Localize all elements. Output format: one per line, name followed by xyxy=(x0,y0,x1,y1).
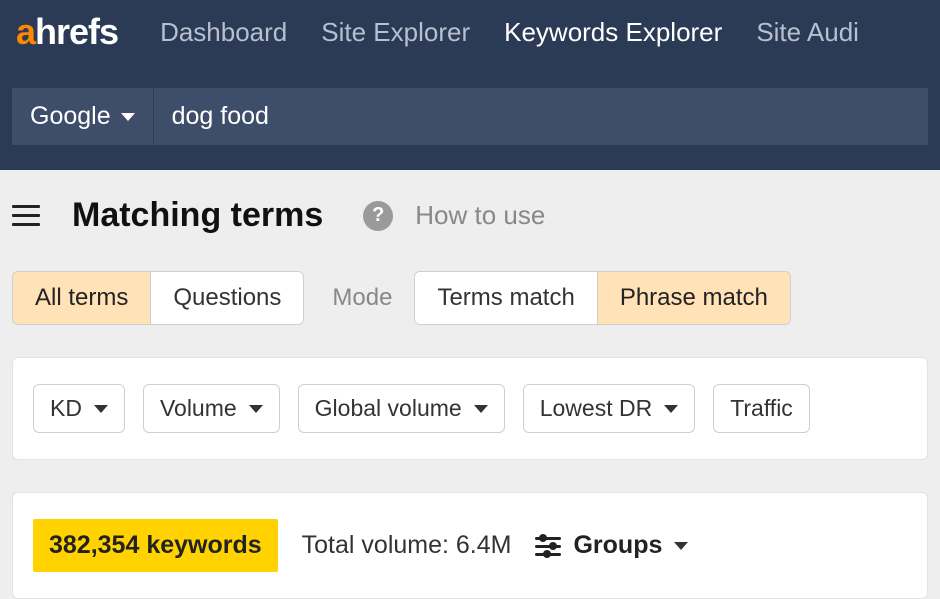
content: Matching terms ? How to use All terms Qu… xyxy=(0,170,940,599)
filter-volume[interactable]: Volume xyxy=(143,384,280,433)
chevron-down-icon xyxy=(121,113,135,121)
app-header: ahrefs Dashboard Site Explorer Keywords … xyxy=(0,0,940,170)
top-nav: ahrefs Dashboard Site Explorer Keywords … xyxy=(0,0,940,64)
chevron-down-icon xyxy=(664,405,678,413)
search-input[interactable] xyxy=(154,88,928,145)
how-to-use-link[interactable]: How to use xyxy=(415,200,545,231)
filter-volume-label: Volume xyxy=(160,395,237,422)
nav-site-explorer[interactable]: Site Explorer xyxy=(321,17,470,48)
help-icon[interactable]: ? xyxy=(363,201,393,231)
tabs-row: All terms Questions Mode Terms match Phr… xyxy=(12,271,928,325)
tab-group-terms: All terms Questions xyxy=(12,271,304,325)
tab-phrase-match[interactable]: Phrase match xyxy=(598,272,790,324)
sliders-icon xyxy=(535,535,561,557)
logo-letter-a: a xyxy=(16,11,35,53)
search-engine-label: Google xyxy=(30,102,111,131)
chevron-down-icon xyxy=(674,542,688,550)
tab-group-match: Terms match Phrase match xyxy=(414,271,790,325)
search-bar: Google xyxy=(0,88,940,145)
filter-lowest-dr-label: Lowest DR xyxy=(540,395,652,422)
filter-kd-label: KD xyxy=(50,395,82,422)
filter-traffic[interactable]: Traffic xyxy=(713,384,810,433)
hamburger-icon[interactable] xyxy=(12,205,40,226)
filter-traffic-label: Traffic xyxy=(730,395,793,422)
nav-keywords-explorer[interactable]: Keywords Explorer xyxy=(504,17,722,48)
filter-global-volume-label: Global volume xyxy=(315,395,462,422)
keyword-count-badge: 382,354 keywords xyxy=(33,519,278,572)
tab-questions[interactable]: Questions xyxy=(151,272,303,324)
filter-panel: KD Volume Global volume Lowest DR Traffi… xyxy=(12,357,928,460)
search-engine-dropdown[interactable]: Google xyxy=(12,88,154,145)
filter-lowest-dr[interactable]: Lowest DR xyxy=(523,384,695,433)
title-row: Matching terms ? How to use xyxy=(12,196,928,235)
tab-all-terms[interactable]: All terms xyxy=(13,272,151,324)
chevron-down-icon xyxy=(474,405,488,413)
filter-global-volume[interactable]: Global volume xyxy=(298,384,505,433)
nav-links: Dashboard Site Explorer Keywords Explore… xyxy=(160,17,859,48)
tab-terms-match[interactable]: Terms match xyxy=(415,272,597,324)
groups-toggle[interactable]: Groups xyxy=(535,531,688,560)
logo[interactable]: ahrefs xyxy=(16,11,118,53)
total-volume-text: Total volume: 6.4M xyxy=(302,531,512,560)
chevron-down-icon xyxy=(249,405,263,413)
logo-rest: hrefs xyxy=(35,11,118,53)
page-title: Matching terms xyxy=(72,196,323,235)
chevron-down-icon xyxy=(94,405,108,413)
nav-dashboard[interactable]: Dashboard xyxy=(160,17,287,48)
groups-label: Groups xyxy=(573,531,662,560)
summary-panel: 382,354 keywords Total volume: 6.4M Grou… xyxy=(12,492,928,599)
filter-kd[interactable]: KD xyxy=(33,384,125,433)
nav-site-audit[interactable]: Site Audi xyxy=(756,17,859,48)
mode-label: Mode xyxy=(332,284,392,312)
